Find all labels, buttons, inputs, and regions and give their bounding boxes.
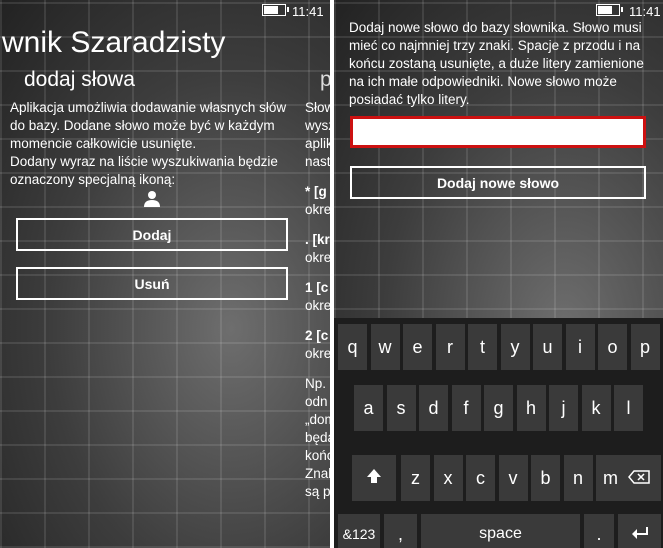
- description-line: Dodany wyraz na liście wyszukiwania będz…: [10, 154, 278, 169]
- key-j[interactable]: j: [549, 385, 578, 431]
- person-icon: [143, 190, 161, 208]
- key-r[interactable]: r: [435, 324, 465, 370]
- description: Aplikacja umożliwia dodawanie własnych s…: [10, 99, 310, 189]
- key-v[interactable]: v: [498, 455, 528, 501]
- instruction-line: posiadać tylko litery.: [349, 92, 470, 107]
- peek-line: nast: [305, 154, 330, 169]
- app-title: wnik Szaradzisty: [2, 26, 226, 59]
- peek-line: okre: [305, 346, 330, 361]
- key-t[interactable]: t: [468, 324, 497, 370]
- peek-line: „dom: [305, 412, 330, 427]
- key-n[interactable]: n: [563, 455, 593, 501]
- key-s[interactable]: s: [386, 385, 416, 431]
- key-l[interactable]: l: [614, 385, 643, 431]
- instruction-line: końcu zostaną usunięte, a duże litery za…: [349, 56, 644, 71]
- key-x[interactable]: x: [433, 455, 463, 501]
- peek-line: 2 [c: [305, 328, 329, 343]
- enter-icon: [631, 524, 649, 545]
- peek-line: aplik: [305, 136, 330, 151]
- key-d[interactable]: d: [419, 385, 448, 431]
- description-line: oznaczony specjalną ikoną:: [10, 172, 176, 187]
- key-q[interactable]: q: [338, 324, 367, 370]
- key-u[interactable]: u: [533, 324, 562, 370]
- enter-key[interactable]: [618, 514, 661, 548]
- key-z[interactable]: z: [401, 455, 430, 501]
- shift-key[interactable]: [352, 455, 396, 501]
- next-page-peek: Słow wysz aplik nast * [g okre . [kr okr…: [305, 99, 330, 501]
- peek-line: odn: [305, 394, 328, 409]
- peek-line: są p: [305, 484, 330, 499]
- instruction-line: Dodaj nowe słowo do bazy słownika. Słowo…: [349, 20, 642, 35]
- key-g[interactable]: g: [484, 385, 513, 431]
- instructions: Dodaj nowe słowo do bazy słownika. Słowo…: [349, 19, 659, 109]
- battery-icon: [262, 4, 289, 16]
- key-b[interactable]: b: [531, 455, 560, 501]
- status-time: 11:41: [292, 4, 324, 19]
- key-k[interactable]: k: [581, 385, 611, 431]
- page-title: dodaj słowa: [24, 68, 135, 91]
- instruction-line: na ich małe odpowiedniki. Nowe słowo moż…: [349, 74, 617, 89]
- word-input[interactable]: [350, 116, 646, 148]
- comma-key[interactable]: ,: [384, 514, 417, 548]
- period-key[interactable]: .: [584, 514, 614, 548]
- key-c[interactable]: c: [466, 455, 495, 501]
- space-key[interactable]: space: [421, 514, 580, 548]
- shift-arrow-icon: [366, 468, 382, 489]
- key-f[interactable]: f: [451, 385, 481, 431]
- backspace-icon: [628, 468, 650, 489]
- peek-line: Np.: [305, 376, 327, 391]
- remove-button[interactable]: Usuń: [16, 267, 288, 300]
- key-p[interactable]: p: [630, 324, 660, 370]
- description-line: Aplikacja umożliwia dodawanie własnych s…: [10, 100, 287, 115]
- on-screen-keyboard: qwertyuiop asdfghjkl zxcvbnm &123 , spac…: [334, 318, 663, 548]
- status-time: 11:41: [629, 4, 661, 19]
- instruction-line: mieć co najmniej trzy znaki. Spacje z pr…: [349, 38, 641, 53]
- peek-line: wysz: [305, 118, 330, 133]
- key-h[interactable]: h: [516, 385, 546, 431]
- left-screen: 11:41 wnik Szaradzisty dodaj słowa p Apl…: [0, 0, 330, 548]
- peek-line: * [g: [305, 184, 327, 199]
- peek-line: będą: [305, 430, 330, 445]
- peek-line: . [kr: [305, 232, 330, 247]
- key-e[interactable]: e: [403, 324, 432, 370]
- numbers-key[interactable]: &123: [338, 514, 380, 548]
- key-a[interactable]: a: [354, 385, 383, 431]
- peek-line: 1 [c: [305, 280, 329, 295]
- key-i[interactable]: i: [565, 324, 595, 370]
- battery-icon: [596, 4, 623, 16]
- next-page-title[interactable]: p: [320, 68, 330, 92]
- key-y[interactable]: y: [500, 324, 530, 370]
- backspace-key[interactable]: [617, 455, 661, 501]
- peek-line: okre: [305, 202, 330, 217]
- peek-line: końc: [305, 448, 330, 463]
- description-line: momencie całkowicie usunięte.: [10, 136, 197, 151]
- peek-line: okre: [305, 298, 330, 313]
- description-line: do bazy. Dodane słowo może być w każdym: [10, 118, 275, 133]
- peek-line: Słow: [305, 100, 330, 115]
- key-o[interactable]: o: [598, 324, 627, 370]
- peek-line: Znak: [305, 466, 330, 481]
- key-w[interactable]: w: [370, 324, 400, 370]
- peek-line: okre: [305, 250, 330, 265]
- add-word-button[interactable]: Dodaj nowe słowo: [350, 166, 646, 199]
- right-screen: 11:41 Dodaj nowe słowo do bazy słownika.…: [334, 0, 663, 548]
- add-button[interactable]: Dodaj: [16, 218, 288, 251]
